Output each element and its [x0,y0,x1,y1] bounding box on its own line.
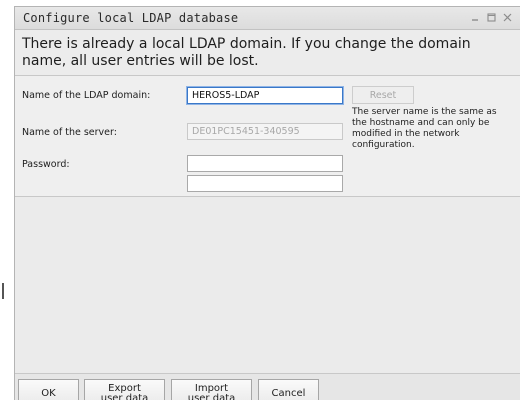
ok-button[interactable]: OK [18,379,79,400]
message-panel: There is already a local LDAP domain. If… [15,30,520,76]
password-label: Password: [22,159,70,170]
background-edge-mark [2,283,4,299]
domain-label: Name of the LDAP domain: [22,90,151,101]
minimize-icon[interactable] [470,12,481,23]
domain-name-input[interactable] [187,87,343,104]
import-user-data-button[interactable]: Import user data [171,379,252,400]
server-name-input [187,123,343,140]
warning-message: There is already a local LDAP domain. If… [22,36,471,69]
ldap-form: Name of the LDAP domain: Reset Name of t… [15,76,520,197]
ldap-config-dialog: Configure local LDAP database There is a… [14,6,520,400]
window-title: Configure local LDAP database [23,11,239,25]
reset-button[interactable]: Reset [352,86,414,104]
server-name-hint: The server name is the same as the hostn… [352,107,497,150]
password-confirm-input[interactable] [187,175,343,192]
title-bar[interactable]: Configure local LDAP database [15,7,520,30]
export-user-data-button[interactable]: Export user data [84,379,165,400]
button-bar: OK Export user data Import user data Can… [15,373,520,400]
close-icon[interactable] [502,12,513,23]
password-input[interactable] [187,155,343,172]
cancel-button[interactable]: Cancel [258,379,319,400]
maximize-icon[interactable] [486,12,497,23]
content-area [15,197,520,373]
server-label: Name of the server: [22,127,117,138]
